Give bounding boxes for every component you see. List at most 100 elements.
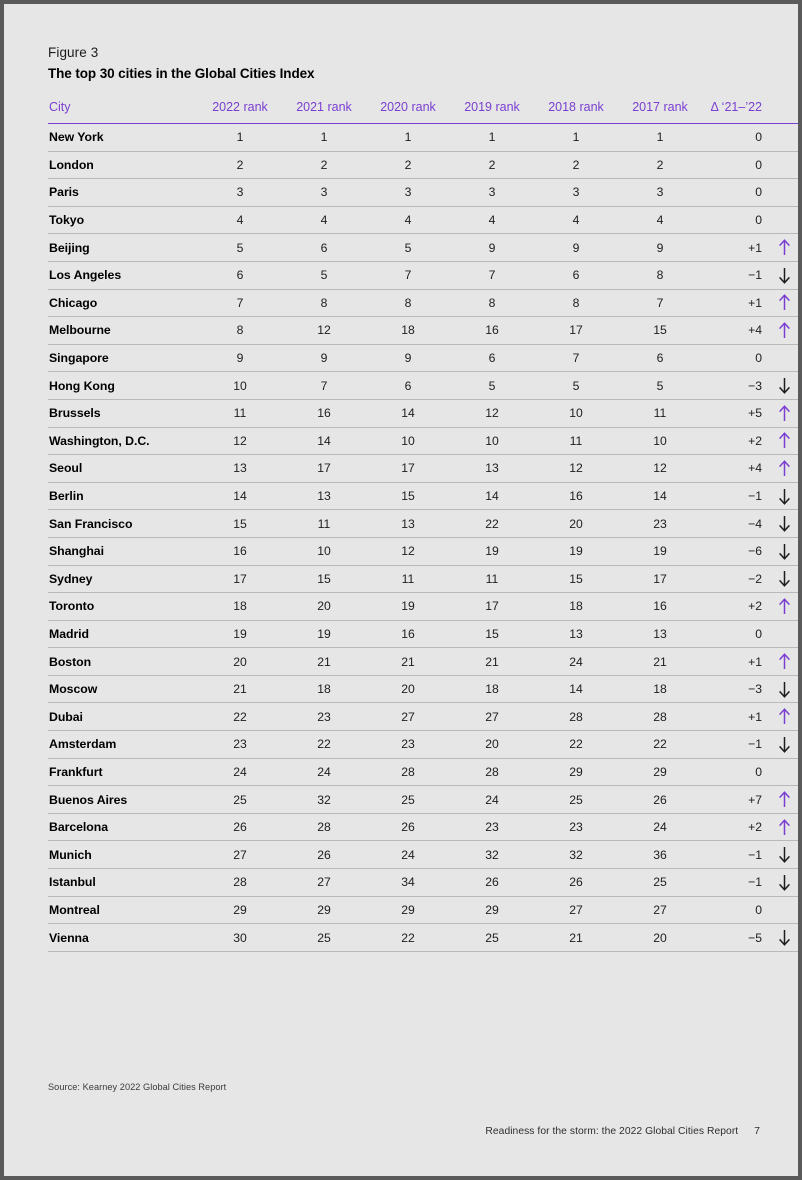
- rank-2017: 10: [618, 427, 702, 456]
- rank-delta: −3: [702, 675, 764, 704]
- rank-2021: 32: [282, 785, 366, 814]
- rank-2022: 14: [198, 482, 282, 511]
- rank-2022: 27: [198, 840, 282, 870]
- rank-2020: 19: [366, 592, 450, 621]
- rank-2020: 28: [366, 758, 450, 787]
- rank-2017: 7: [618, 289, 702, 318]
- city-name: Sydney: [48, 565, 198, 594]
- rank-2021: 28: [282, 813, 366, 842]
- rank-delta: +4: [702, 316, 764, 345]
- rank-2022: 28: [198, 868, 282, 897]
- rank-2017: 13: [618, 620, 702, 649]
- direction-arrow-up-icon: [778, 294, 790, 311]
- rank-2018: 3: [534, 178, 618, 207]
- rank-delta: 0: [702, 123, 764, 152]
- city-name: Shanghai: [48, 537, 198, 566]
- rank-direction: [764, 206, 798, 235]
- rank-2021: 17: [282, 454, 366, 483]
- rank-2019: 23: [450, 813, 534, 842]
- rank-2021: 6: [282, 233, 366, 262]
- rank-2022: 16: [198, 537, 282, 566]
- rank-2020: 26: [366, 813, 450, 842]
- rank-2018: 8: [534, 289, 618, 318]
- rank-2022: 21: [198, 675, 282, 704]
- rank-2020: 10: [366, 427, 450, 456]
- table-row: Melbourne 8 12 18 16 17 15 +4: [48, 316, 798, 345]
- rank-2021: 29: [282, 896, 366, 925]
- city-name: Madrid: [48, 620, 198, 649]
- rank-2017: 27: [618, 896, 702, 925]
- rank-delta: +2: [702, 592, 764, 621]
- rank-delta: 0: [702, 178, 764, 207]
- rank-2022: 3: [198, 178, 282, 207]
- city-name: Boston: [48, 647, 198, 676]
- rank-2022: 19: [198, 620, 282, 649]
- rank-2019: 18: [450, 675, 534, 704]
- direction-arrow-up-icon: [778, 791, 790, 808]
- rank-direction: [764, 537, 798, 566]
- rank-2020: 1: [366, 123, 450, 152]
- rank-2022: 4: [198, 206, 282, 235]
- rank-direction: [764, 482, 798, 511]
- rank-2019: 1: [450, 123, 534, 152]
- direction-arrow-up-icon: [778, 708, 790, 725]
- column-header-2017: 2017 rank: [632, 100, 688, 114]
- rank-2019: 7: [450, 261, 534, 290]
- rank-2017: 18: [618, 675, 702, 704]
- city-name: Dubai: [48, 702, 198, 732]
- rank-2019: 11: [450, 565, 534, 594]
- city-name: San Francisco: [48, 509, 198, 538]
- rank-2018: 29: [534, 758, 618, 787]
- table-row: Munich 27 26 24 32 32 36 −1: [48, 840, 798, 870]
- rank-2017: 19: [618, 537, 702, 566]
- rank-2021: 15: [282, 565, 366, 594]
- rank-2018: 16: [534, 482, 618, 511]
- rank-delta: 0: [702, 151, 764, 180]
- table-row: Tokyo 4 4 4 4 4 4 0: [48, 206, 798, 235]
- rank-2021: 24: [282, 758, 366, 787]
- rank-2021: 23: [282, 702, 366, 732]
- rank-2022: 15: [198, 509, 282, 538]
- rank-2019: 25: [450, 923, 534, 952]
- direction-arrow-up-icon: [778, 653, 790, 670]
- page-number: 7: [754, 1126, 760, 1137]
- rank-2020: 27: [366, 702, 450, 732]
- rank-2022: 9: [198, 344, 282, 373]
- rank-direction: [764, 509, 798, 538]
- city-name: New York: [48, 123, 198, 152]
- direction-arrow-down-icon: [778, 267, 790, 284]
- rank-2020: 9: [366, 344, 450, 373]
- rank-direction: [764, 620, 798, 649]
- column-header-2019: 2019 rank: [464, 100, 520, 114]
- rank-2017: 24: [618, 813, 702, 842]
- rank-2021: 19: [282, 620, 366, 649]
- rank-delta: +2: [702, 427, 764, 456]
- table-row: Singapore 9 9 9 6 7 6 0: [48, 344, 798, 373]
- rank-delta: 0: [702, 344, 764, 373]
- table-row: San Francisco 15 11 13 22 20 23 −4: [48, 509, 798, 538]
- rank-2017: 26: [618, 785, 702, 814]
- rank-2018: 5: [534, 371, 618, 400]
- city-name: Montreal: [48, 896, 198, 925]
- rank-2022: 30: [198, 923, 282, 952]
- rank-2020: 24: [366, 840, 450, 870]
- direction-arrow-down-icon: [778, 516, 790, 533]
- rank-2020: 34: [366, 868, 450, 897]
- rank-2019: 26: [450, 868, 534, 897]
- rank-2021: 9: [282, 344, 366, 373]
- rank-delta: +2: [702, 813, 764, 842]
- rank-direction: [764, 178, 798, 207]
- rank-2018: 1: [534, 123, 618, 152]
- rank-delta: 0: [702, 758, 764, 787]
- rank-2019: 12: [450, 399, 534, 428]
- rank-2018: 27: [534, 896, 618, 925]
- direction-arrow-down-icon: [778, 571, 790, 588]
- rank-2021: 10: [282, 537, 366, 566]
- rank-2022: 17: [198, 565, 282, 594]
- city-name: Singapore: [48, 344, 198, 373]
- rank-2018: 17: [534, 316, 618, 345]
- figure-label: Figure 3: [48, 45, 99, 60]
- rank-2017: 4: [618, 206, 702, 235]
- rank-direction: [764, 151, 798, 180]
- direction-arrow-up-icon: [778, 597, 790, 614]
